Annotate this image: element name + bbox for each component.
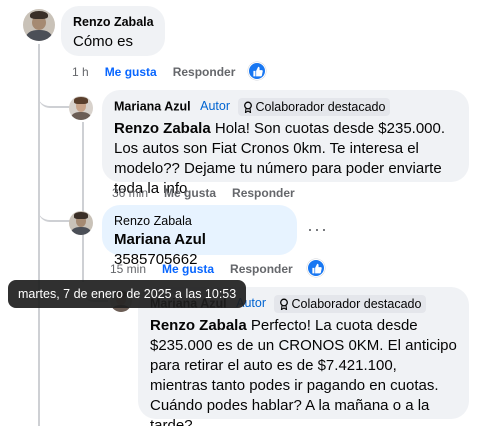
comment-author[interactable]: Renzo Zabala bbox=[73, 14, 154, 30]
avatar[interactable] bbox=[23, 9, 55, 41]
top-contributor-label: Colaborador destacado bbox=[291, 297, 422, 311]
comment-actions: 15 min Me gusta Responder bbox=[110, 262, 309, 276]
comment-actions: 1 h Me gusta Responder bbox=[72, 65, 251, 79]
author-badge: Autor bbox=[200, 99, 231, 114]
like-button[interactable]: Me gusta bbox=[162, 262, 214, 276]
thread-connector-reply-2 bbox=[38, 120, 70, 222]
mention-link[interactable]: Renzo Zabala bbox=[114, 120, 211, 137]
comment-text: Cómo es bbox=[73, 33, 134, 50]
award-icon bbox=[243, 101, 252, 113]
like-reaction-badge[interactable] bbox=[248, 62, 266, 80]
comment-text: Renzo Zabala Perfecto! La cuota desde $2… bbox=[150, 316, 457, 426]
comment-author[interactable]: Mariana Azul bbox=[114, 99, 191, 113]
comment-time[interactable]: 15 min bbox=[110, 262, 146, 276]
top-contributor-label: Colaborador destacado bbox=[255, 100, 386, 114]
top-contributor-badge: Colaborador destacado bbox=[237, 98, 391, 116]
avatar[interactable] bbox=[69, 96, 93, 120]
thumbs-up-icon bbox=[311, 263, 322, 273]
mention-link[interactable]: Mariana Azul bbox=[114, 231, 206, 248]
award-icon bbox=[279, 298, 288, 310]
like-button[interactable]: Me gusta bbox=[105, 65, 157, 79]
mention-link[interactable]: Renzo Zabala bbox=[150, 317, 247, 334]
thread-connector-reply-1 bbox=[38, 44, 70, 108]
comment-bubble: Mariana Azul Autor Colaborador destacado… bbox=[102, 90, 469, 197]
comment-header: Mariana Azul Autor Colaborador destacado bbox=[114, 98, 457, 116]
like-reaction-badge[interactable] bbox=[307, 259, 325, 277]
top-contributor-badge: Colaborador destacado bbox=[273, 295, 427, 313]
like-button[interactable]: Me gusta bbox=[164, 186, 216, 200]
reply-button[interactable]: Responder bbox=[173, 65, 236, 79]
comment-actions: 36 min Me gusta Responder bbox=[112, 186, 311, 200]
reply-button[interactable]: Responder bbox=[232, 186, 295, 200]
timestamp-tooltip: martes, 7 de enero de 2025 a las 10:53 bbox=[8, 280, 247, 308]
comment-time[interactable]: 1 h bbox=[72, 65, 89, 79]
comment-time[interactable]: 36 min bbox=[112, 186, 148, 200]
comment-author[interactable]: Renzo Zabala bbox=[114, 213, 285, 229]
comment-bubble: Renzo Zabala Mariana Azul 3585705662 bbox=[102, 205, 297, 268]
comment-bubble: Renzo Zabala Cómo es bbox=[61, 6, 165, 56]
more-options-button[interactable]: ··· bbox=[307, 220, 328, 238]
thumbs-up-icon bbox=[252, 66, 263, 76]
avatar[interactable] bbox=[69, 211, 93, 235]
reply-button[interactable]: Responder bbox=[230, 262, 293, 276]
